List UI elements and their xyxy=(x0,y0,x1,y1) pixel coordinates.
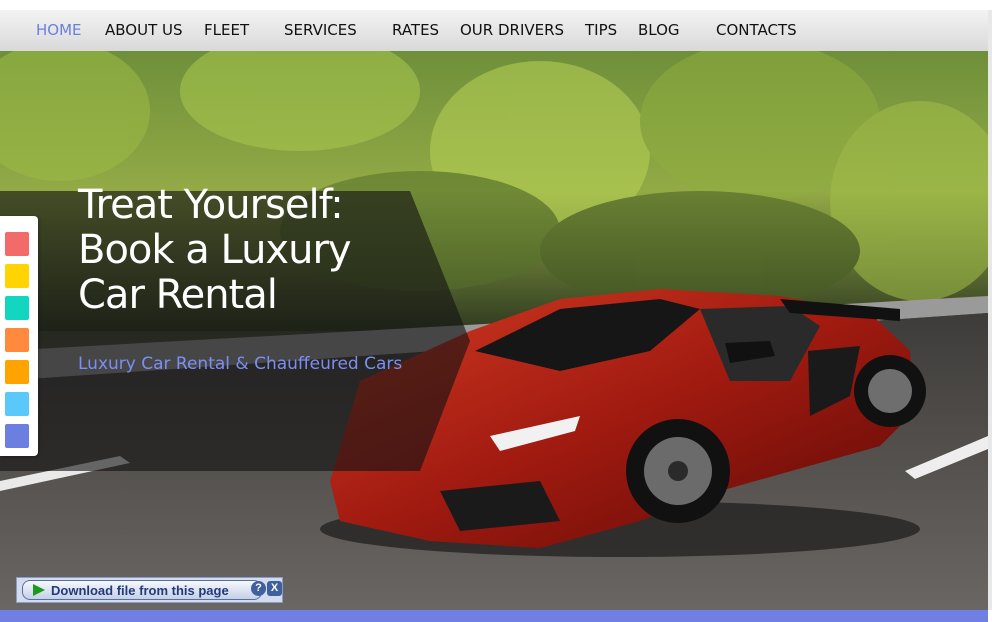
nav-services[interactable]: SERVICES xyxy=(284,10,357,51)
color-switcher xyxy=(0,216,38,456)
nav-home[interactable]: HOME xyxy=(36,10,82,51)
help-icon[interactable]: ? xyxy=(251,581,266,596)
hero-title: Treat Yourself: Book a Luxury Car Rental xyxy=(78,182,352,318)
nav-about-us[interactable]: ABOUT US xyxy=(105,10,183,51)
nav-fleet[interactable]: FLEET xyxy=(204,10,249,51)
nav-contacts[interactable]: CONTACTS xyxy=(716,10,797,51)
nav-our-drivers[interactable]: OUR DRIVERS xyxy=(460,10,564,51)
window-scrollbar[interactable] xyxy=(988,10,992,610)
swatch-yellow[interactable] xyxy=(5,264,29,288)
main-nav: HOME ABOUT US FLEET SERVICES RATES OUR D… xyxy=(0,10,988,51)
nav-rates[interactable]: RATES xyxy=(392,10,439,51)
nav-blog[interactable]: BLOG xyxy=(638,10,680,51)
swatch-periwinkle[interactable] xyxy=(5,424,29,448)
download-button-label: Download file from this page xyxy=(51,583,229,598)
swatch-teal[interactable] xyxy=(5,296,29,320)
accent-strip xyxy=(0,610,988,622)
download-toolbar: Download file from this page ? X xyxy=(16,577,283,603)
download-file-button[interactable]: Download file from this page xyxy=(22,580,262,600)
play-icon xyxy=(33,584,45,596)
swatch-light-blue[interactable] xyxy=(5,392,29,416)
swatch-amber[interactable] xyxy=(5,360,29,384)
close-icon[interactable]: X xyxy=(267,581,282,596)
swatch-orange[interactable] xyxy=(5,328,29,352)
hero-slider xyxy=(0,51,988,610)
hero-subtitle: Luxury Car Rental & Chauffeured Cars xyxy=(78,354,403,374)
swatch-red[interactable] xyxy=(5,232,29,256)
nav-tips[interactable]: TIPS xyxy=(585,10,617,51)
